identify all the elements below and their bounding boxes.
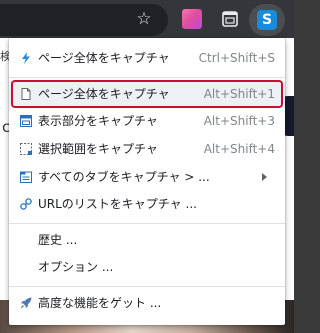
selection-icon bbox=[19, 142, 33, 156]
page-icon bbox=[19, 87, 33, 101]
menu-item-capture-visible[interactable]: 表示部分をキャプチャ Alt+Shift+3 bbox=[9, 108, 285, 134]
menu-divider bbox=[9, 223, 285, 224]
visible-area-icon bbox=[19, 114, 33, 128]
menu-item-capture-selection[interactable]: 選択範囲をキャプチャ Alt+Shift+4 bbox=[9, 136, 285, 162]
menu-item-capture-full-page-quick[interactable]: ページ全体をキャプチャ Ctrl+Shift+S bbox=[9, 45, 285, 71]
fireshot-icon: S bbox=[257, 10, 277, 30]
screen-capture-icon[interactable] bbox=[220, 9, 240, 29]
fireshot-extension-button[interactable]: S bbox=[249, 4, 285, 36]
menu-item-options[interactable]: オプション ... bbox=[9, 254, 285, 280]
menu-item-label: 歴史 ... bbox=[38, 233, 78, 247]
menu-item-capture-full-page[interactable]: ページ全体をキャプチャ Alt+Shift+1 bbox=[9, 80, 285, 108]
lightning-icon bbox=[19, 51, 33, 65]
menu-item-label: 表示部分をキャプチャ bbox=[38, 114, 158, 128]
url-list-icon bbox=[19, 197, 33, 211]
menu-divider bbox=[9, 286, 285, 287]
menu-item-label: ページ全体をキャプチャ bbox=[38, 51, 170, 65]
tabs-icon bbox=[19, 170, 33, 184]
gradient-extension-icon[interactable] bbox=[182, 9, 202, 29]
menu-divider bbox=[9, 77, 285, 78]
menu-item-capture-url-list[interactable]: URLのリストをキャプチャ ... bbox=[9, 191, 285, 217]
menu-item-label: オプション ... bbox=[38, 260, 114, 274]
submenu-arrow-icon bbox=[262, 173, 267, 181]
menu-item-label: 選択範囲をキャプチャ bbox=[38, 142, 158, 156]
menu-item-shortcut: Ctrl+Shift+S bbox=[198, 51, 275, 65]
menu-item-label: すべてのタブをキャプチャ > ... bbox=[38, 170, 210, 184]
menu-item-get-advanced-features[interactable]: 高度な機能をゲット ... bbox=[9, 290, 285, 316]
menu-item-label: URLのリストをキャプチャ ... bbox=[38, 197, 197, 211]
menu-item-shortcut: Alt+Shift+1 bbox=[203, 87, 275, 101]
menu-item-shortcut: Alt+Shift+3 bbox=[203, 114, 275, 128]
rocket-icon bbox=[19, 296, 33, 310]
browser-toolbar: ☆ S bbox=[0, 0, 294, 38]
menu-item-label: 高度な機能をゲット ... bbox=[38, 296, 162, 310]
menu-item-capture-all-tabs[interactable]: すべてのタブをキャプチャ > ... bbox=[9, 164, 285, 190]
capture-menu: ページ全体をキャプチャ Ctrl+Shift+S ページ全体をキャプチャ Alt… bbox=[9, 38, 285, 325]
menu-item-history[interactable]: 歴史 ... bbox=[9, 227, 285, 253]
menu-item-label: ページ全体をキャプチャ bbox=[38, 87, 170, 101]
menu-item-shortcut: Alt+Shift+4 bbox=[203, 142, 275, 156]
star-icon[interactable]: ☆ bbox=[134, 9, 154, 29]
